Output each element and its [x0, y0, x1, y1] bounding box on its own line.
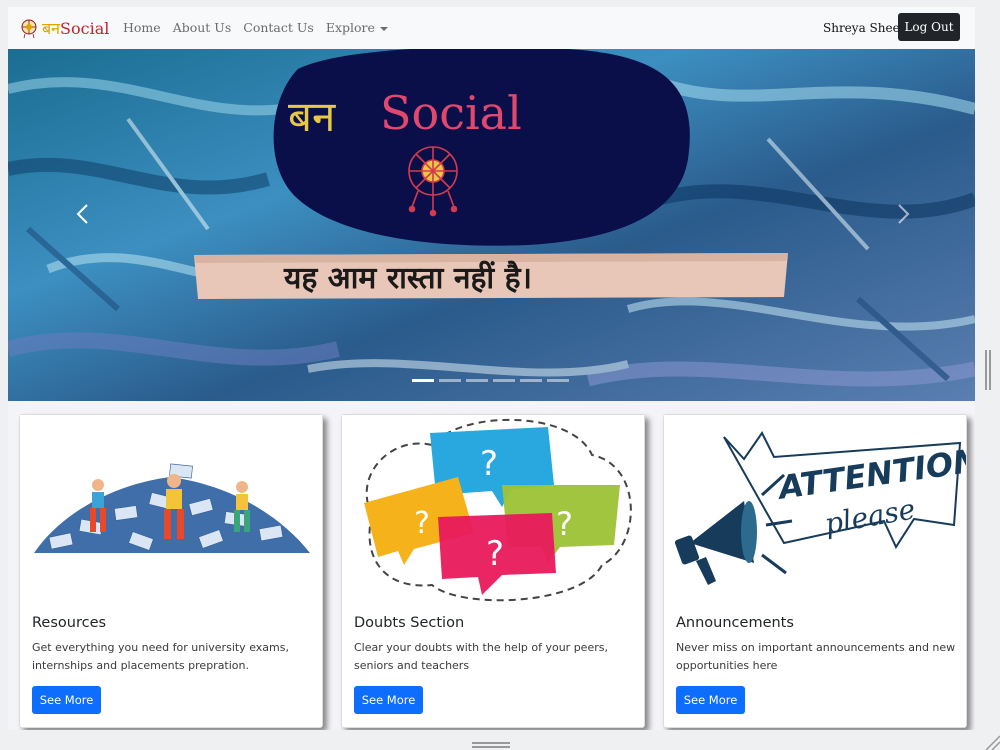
brand-logo-icon: [21, 19, 37, 39]
card-text: Clear your doubts with the help of your …: [354, 641, 608, 672]
card-title: Announcements: [676, 615, 794, 631]
svg-text:?: ?: [414, 506, 430, 541]
bottom-resize-handle[interactable]: [472, 742, 510, 748]
see-more-button[interactable]: See More: [676, 686, 745, 714]
brand-hindi: बन: [42, 19, 61, 38]
see-more-button[interactable]: See More: [32, 686, 101, 714]
carousel-indicator[interactable]: [466, 379, 488, 382]
nav-links: Home About Us Contact Us Explore: [123, 20, 400, 35]
nav-explore-label: Explore: [325, 20, 375, 35]
logout-button[interactable]: Log Out: [898, 13, 960, 41]
carousel-indicator[interactable]: [439, 379, 461, 382]
carousel-indicator[interactable]: [520, 379, 542, 382]
hero-carousel: बन Social यह आम रास्ता नहीं है।: [8, 49, 975, 401]
card-text: Never miss on important announcements an…: [676, 641, 956, 672]
card-doubts-section: ? ? ? ? Doubts Section Clear your doubts…: [341, 414, 645, 728]
carousel-next-icon[interactable]: [888, 199, 918, 229]
announcements-illustration: ATTENTION please: [664, 415, 966, 607]
user-name: Shreya Sheel: [823, 21, 904, 35]
nav-explore-dropdown[interactable]: Explore: [326, 20, 388, 35]
corner-resize-icon[interactable]: [982, 732, 1000, 750]
see-more-button[interactable]: See More: [354, 686, 423, 714]
svg-text:?: ?: [480, 444, 498, 484]
svg-text:?: ?: [556, 505, 573, 543]
slide-tagline: यह आम रास्ता नहीं है।: [283, 260, 532, 296]
nav-home[interactable]: Home: [123, 20, 161, 35]
carousel-indicator[interactable]: [493, 379, 515, 382]
svg-text:?: ?: [486, 534, 504, 574]
carousel-prev-icon[interactable]: [68, 199, 98, 229]
card-title: Resources: [32, 615, 107, 631]
brand-text: बनSocial: [42, 17, 109, 39]
carousel-indicators: [412, 379, 574, 382]
nav-about-us[interactable]: About Us: [173, 20, 232, 35]
brand-english: Social: [60, 19, 110, 38]
caret-down-icon: [379, 26, 388, 31]
resources-illustration: [20, 415, 322, 607]
navbar: बनSocial Home About Us Contact Us Explor…: [8, 7, 975, 49]
brand[interactable]: बनSocial: [18, 16, 109, 40]
carousel-indicator[interactable]: [547, 379, 569, 382]
nav-contact-us[interactable]: Contact Us: [243, 20, 314, 35]
doubts-illustration: ? ? ? ?: [342, 415, 644, 607]
scrollbar-grip[interactable]: [985, 350, 991, 390]
page: बनSocial Home About Us Contact Us Explor…: [8, 7, 975, 730]
card-announcements: ATTENTION please Announcements Never mis…: [663, 414, 967, 728]
card-title: Doubts Section: [354, 615, 465, 631]
slide-title-english: Social: [380, 86, 522, 140]
carousel-indicator[interactable]: [412, 379, 434, 382]
slide-title-hindi: बन: [288, 92, 336, 141]
carousel-slide-image: बन Social यह आम रास्ता नहीं है।: [8, 49, 975, 401]
card-text: Get everything you need for university e…: [32, 641, 289, 672]
card-resources: Resources Get everything you need for un…: [19, 414, 323, 728]
